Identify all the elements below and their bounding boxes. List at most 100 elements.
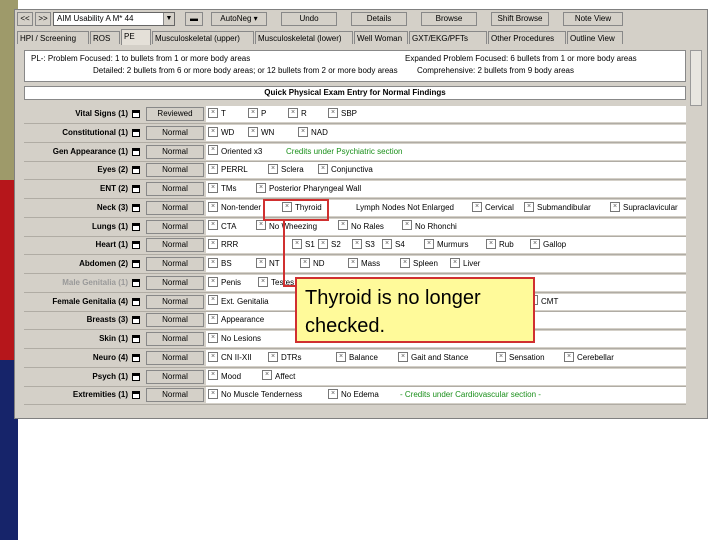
note-view-button[interactable]: Note View	[563, 12, 623, 26]
checkbox-icon[interactable]: ×	[564, 351, 574, 362]
finding-checkbox[interactable]: × PERRL	[208, 162, 248, 178]
finding-checkbox[interactable]: × SBP	[328, 106, 357, 122]
normal-button[interactable]: Normal	[146, 388, 204, 403]
finding-checkbox[interactable]: × S3	[352, 237, 375, 253]
normal-button[interactable]: Normal	[146, 275, 204, 290]
finding-checkbox[interactable]: × Sclera	[268, 162, 304, 178]
checkbox-icon[interactable]: ×	[208, 145, 218, 156]
checkbox-icon[interactable]: ×	[336, 351, 346, 362]
chevron-down-icon[interactable]: ▼	[163, 13, 174, 25]
tab-ros[interactable]: ROS	[90, 31, 120, 44]
checkbox-icon[interactable]: ×	[208, 257, 218, 268]
checkbox-icon[interactable]: ×	[268, 164, 278, 175]
finding-checkbox[interactable]: × WD	[208, 125, 234, 141]
finding-checkbox[interactable]: × NT	[256, 256, 280, 272]
finding-checkbox[interactable]: × NAD	[298, 125, 328, 141]
tab-outline-view[interactable]: Outline View	[567, 31, 623, 44]
checkbox-icon[interactable]: ×	[496, 351, 506, 362]
checkbox-icon[interactable]: ×	[288, 107, 298, 118]
collapse-toggle-icon[interactable]	[132, 353, 140, 362]
collapse-toggle-icon[interactable]	[132, 203, 140, 212]
checkbox-icon[interactable]: ×	[258, 276, 268, 287]
checkbox-icon[interactable]: ×	[610, 201, 620, 212]
finding-checkbox[interactable]: × Posterior Pharyngeal Wall	[256, 181, 361, 197]
finding-checkbox[interactable]: × P	[248, 106, 266, 122]
tab-other-procedures[interactable]: Other Procedures	[488, 31, 566, 44]
checkbox-icon[interactable]: ×	[208, 239, 218, 250]
finding-checkbox[interactable]: ×Testes	[258, 275, 294, 291]
checkbox-icon[interactable]: ×	[208, 107, 218, 118]
finding-checkbox[interactable]: × Submandibular	[524, 200, 591, 216]
collapse-toggle-icon[interactable]	[132, 166, 140, 175]
checkbox-icon[interactable]: ×	[524, 201, 534, 212]
finding-checkbox[interactable]: × CTA	[208, 219, 236, 235]
checkbox-icon[interactable]: ×	[472, 201, 482, 212]
tab-musculoskeletal-lower[interactable]: Musculoskeletal (lower)	[255, 31, 353, 44]
finding-checkbox[interactable]: × Sensation	[496, 350, 545, 366]
finding-checkbox[interactable]: × Mass	[348, 256, 380, 272]
checkbox-icon[interactable]: ×	[208, 314, 218, 325]
checkbox-icon[interactable]: ×	[248, 126, 258, 137]
collapse-toggle-icon[interactable]	[132, 185, 140, 193]
checkbox-icon[interactable]: ×	[338, 220, 348, 231]
normal-button[interactable]: Normal	[146, 369, 204, 384]
finding-checkbox[interactable]: × Supraclavicular	[610, 200, 678, 216]
finding-checkbox[interactable]: × WN	[248, 125, 274, 141]
checkbox-icon[interactable]: ×	[208, 332, 218, 343]
checkbox-icon[interactable]: ×	[248, 107, 258, 118]
normal-button[interactable]: Normal	[146, 257, 204, 271]
collapse-toggle-icon[interactable]	[132, 335, 140, 343]
finding-checkbox[interactable]: × Oriented x3	[208, 144, 262, 160]
checkbox-icon[interactable]: ×	[298, 126, 308, 137]
collapse-toggle-icon[interactable]	[132, 260, 140, 268]
checkbox-icon[interactable]: ×	[328, 107, 338, 118]
finding-checkbox[interactable]: × DTRs	[268, 350, 301, 366]
finding-checkbox[interactable]: × Liver	[450, 256, 480, 272]
checkbox-icon[interactable]: ×	[318, 239, 328, 250]
finding-checkbox[interactable]: × S4	[382, 237, 405, 253]
checkbox-icon[interactable]: ×	[398, 351, 408, 362]
finding-checkbox[interactable]: × No Edema	[328, 387, 379, 403]
finding-checkbox[interactable]: × Cerebellar	[564, 350, 614, 366]
checkbox-icon[interactable]: ×	[208, 295, 218, 306]
collapse-toggle-icon[interactable]	[132, 241, 140, 250]
finding-checkbox[interactable]: × No Rales	[338, 219, 384, 235]
browse-button[interactable]: Browse	[421, 12, 477, 26]
tab-well-woman[interactable]: Well Woman	[354, 31, 408, 44]
checkbox-icon[interactable]: ×	[402, 220, 412, 231]
collapse-toggle-icon[interactable]	[132, 372, 140, 381]
patient-select[interactable]: AIM Usability A M* 44 ▼	[53, 12, 175, 26]
collapse-toggle-icon[interactable]	[132, 391, 140, 400]
finding-checkbox[interactable]: × R	[288, 106, 307, 122]
checkbox-icon[interactable]: ×	[352, 239, 362, 250]
checkbox-icon[interactable]: ×	[450, 257, 460, 268]
collapse-toggle-icon[interactable]	[132, 297, 140, 306]
checkbox-icon[interactable]: ×	[530, 239, 540, 250]
finding-checkbox[interactable]: × Rub	[486, 237, 514, 253]
normal-button[interactable]: Normal	[146, 200, 204, 215]
checkbox-icon[interactable]: ×	[262, 370, 272, 381]
back-button[interactable]: <<	[17, 12, 33, 26]
normal-button[interactable]: Normal	[146, 350, 204, 365]
normal-button[interactable]: Normal	[146, 238, 204, 253]
finding-checkbox[interactable]: × BS	[208, 256, 232, 272]
checkbox-icon[interactable]: ×	[292, 239, 302, 250]
finding-checkbox[interactable]: × CN II-XII	[208, 350, 252, 366]
collapse-toggle-icon[interactable]	[132, 147, 140, 156]
checkbox-icon[interactable]: ×	[208, 370, 218, 381]
checkbox-icon[interactable]: ×	[208, 220, 218, 231]
finding-checkbox[interactable]: × ND	[300, 256, 325, 272]
minimize-icon[interactable]: ▬	[185, 12, 203, 26]
normal-button[interactable]: Normal	[146, 125, 204, 140]
finding-checkbox[interactable]: × Gait and Stance	[398, 350, 468, 366]
tab-pe[interactable]: PE	[121, 29, 151, 45]
finding-checkbox[interactable]: × Ext. Genitalia	[208, 294, 269, 310]
undo-button[interactable]: Undo	[281, 12, 337, 26]
finding-checkbox[interactable]: × Affect	[262, 369, 295, 385]
checkbox-icon[interactable]: ×	[328, 389, 338, 400]
checkbox-icon[interactable]: ×	[256, 220, 266, 231]
tab-gxt-ekg-pfts[interactable]: GXT/EKG/PFTs	[409, 31, 487, 44]
normal-button[interactable]: Normal	[146, 332, 204, 346]
finding-checkbox[interactable]: × Mood	[208, 369, 241, 385]
finding-checkbox[interactable]: × No Lesions	[208, 331, 261, 347]
